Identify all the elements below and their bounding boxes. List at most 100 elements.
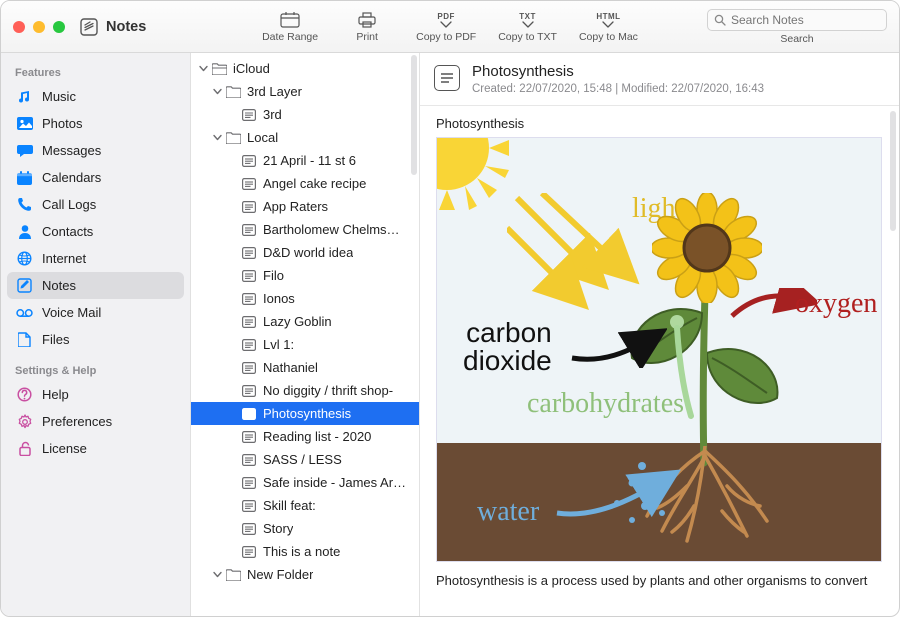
toolbar-copy-txt[interactable]: TXT Copy to TXT — [498, 11, 557, 43]
search-icon — [714, 14, 726, 26]
sidebar-item-label: Help — [42, 387, 69, 402]
tree-note-3rd[interactable]: 3rd — [191, 103, 419, 126]
unlock-icon — [16, 440, 33, 457]
close-window-button[interactable] — [13, 21, 25, 33]
tree-item-label: App Raters — [263, 199, 328, 214]
sidebar-item-notes[interactable]: Notes — [7, 272, 184, 299]
sidebar-item-call-logs[interactable]: Call Logs — [7, 191, 184, 218]
app-icon — [79, 17, 99, 37]
chevron-down-icon[interactable] — [211, 87, 224, 96]
scrollbar[interactable] — [411, 55, 417, 175]
tree-note-sass-less[interactable]: SASS / LESS — [191, 448, 419, 471]
notes-tree: iCloud 3rd Layer 3rd Local 21 April - 11 st … — [191, 53, 420, 616]
minimize-window-button[interactable] — [33, 21, 45, 33]
leaf-right-icon — [707, 343, 787, 413]
globe-icon — [16, 250, 33, 267]
tree-note-angel-cake-recipe[interactable]: Angel cake recipe — [191, 172, 419, 195]
note-body-text: Photosynthesis is a process used by plan… — [436, 572, 883, 590]
txt-export-icon: TXT — [519, 11, 536, 29]
co2-arrow-icon — [567, 328, 667, 368]
tree-note-skill-feat[interactable]: Skill feat: — [191, 494, 419, 517]
search-input[interactable] — [731, 13, 880, 27]
tree-note-bartholomew-chelms[interactable]: Bartholomew Chelms… — [191, 218, 419, 241]
chevron-down-icon[interactable] — [211, 133, 224, 142]
tree-note-no-diggity-thrift-shop[interactable]: No diggity / thrift shop- — [191, 379, 419, 402]
sidebar-item-files[interactable]: Files — [7, 326, 184, 353]
label-water: water — [477, 496, 539, 528]
sidebar-item-label: Photos — [42, 116, 82, 131]
sidebar-item-calendars[interactable]: Calendars — [7, 164, 184, 191]
tree-note-ionos[interactable]: Ionos — [191, 287, 419, 310]
sunflower-icon — [652, 193, 762, 303]
tree-item-label: Lazy Goblin — [263, 314, 332, 329]
sidebar-item-label: Calendars — [42, 170, 101, 185]
scrollbar[interactable] — [890, 111, 896, 231]
tree-item-label: Local — [247, 130, 278, 145]
sidebar-item-messages[interactable]: Messages — [7, 137, 184, 164]
sidebar: Features MusicPhotosMessagesCalendarsCal… — [1, 53, 191, 616]
sidebar-item-license[interactable]: License — [7, 435, 184, 462]
tree-note-safe-inside-james-ar[interactable]: Safe inside - James Ar… — [191, 471, 419, 494]
chat-icon — [16, 142, 33, 159]
tree-note-lvl-1[interactable]: Lvl 1: — [191, 333, 419, 356]
toolbar-print[interactable]: Print — [340, 11, 394, 43]
sidebar-item-photos[interactable]: Photos — [7, 110, 184, 137]
zoom-window-button[interactable] — [53, 21, 65, 33]
tree-item-label: Ionos — [263, 291, 295, 306]
note-file-icon — [240, 155, 258, 167]
note-file-icon — [240, 178, 258, 190]
tree-item-label: SASS / LESS — [263, 452, 342, 467]
chevron-down-icon[interactable] — [197, 64, 210, 73]
note-file-icon — [240, 339, 258, 351]
toolbar-date-range[interactable]: Date Range — [262, 11, 318, 43]
tree-note-nathaniel[interactable]: Nathaniel — [191, 356, 419, 379]
printer-icon — [357, 11, 377, 29]
search-box[interactable] — [707, 9, 887, 31]
sidebar-section-settings: Settings & Help — [7, 359, 184, 381]
tree-item-label: Filo — [263, 268, 284, 283]
note-content: Photosynthesis Created: 22/07/2020, 15:4… — [420, 53, 899, 616]
sidebar-item-music[interactable]: Music — [7, 83, 184, 110]
tree-note-this-is-a-note[interactable]: This is a note — [191, 540, 419, 563]
tree-note-story[interactable]: Story — [191, 517, 419, 540]
sidebar-item-internet[interactable]: Internet — [7, 245, 184, 272]
note-file-icon — [240, 224, 258, 236]
tree-folder-new-folder[interactable]: New Folder — [191, 563, 419, 586]
sidebar-item-help[interactable]: Help — [7, 381, 184, 408]
toolbar-copy-pdf[interactable]: PDF Copy to PDF — [416, 11, 476, 43]
calendar-range-icon — [280, 11, 300, 29]
sidebar-item-contacts[interactable]: Contacts — [7, 218, 184, 245]
chevron-down-icon[interactable] — [211, 570, 224, 579]
tree-note-reading-list-2020[interactable]: Reading list - 2020 — [191, 425, 419, 448]
tree-note-d-d-world-idea[interactable]: D&D world idea — [191, 241, 419, 264]
tree-folder-local[interactable]: Local — [191, 126, 419, 149]
sidebar-item-label: Messages — [42, 143, 101, 158]
help-icon — [16, 386, 33, 403]
tree-note-photosynthesis[interactable]: Photosynthesis — [191, 402, 419, 425]
tree-item-label: 21 April - 11 st 6 — [263, 153, 356, 168]
sidebar-item-label: Music — [42, 89, 76, 104]
tree-item-label: 3rd — [263, 107, 282, 122]
note-icon — [16, 277, 33, 294]
tree-note-app-raters[interactable]: App Raters — [191, 195, 419, 218]
tree-item-label: No diggity / thrift shop- — [263, 383, 393, 398]
tree-note-lazy-goblin[interactable]: Lazy Goblin — [191, 310, 419, 333]
note-title: Photosynthesis — [472, 63, 764, 80]
tree-note-21-april-11-st-6[interactable]: 21 April - 11 st 6 — [191, 149, 419, 172]
toolbar-copy-mac[interactable]: HTML Copy to Mac — [579, 11, 638, 43]
tree-folder-3rd-layer[interactable]: 3rd Layer — [191, 80, 419, 103]
folder-icon — [224, 132, 242, 144]
sidebar-item-voice-mail[interactable]: Voice Mail — [7, 299, 184, 326]
sidebar-item-preferences[interactable]: Preferences — [7, 408, 184, 435]
gear-icon — [16, 413, 33, 430]
sidebar-item-label: Preferences — [42, 414, 112, 429]
tree-folder-icloud[interactable]: iCloud — [191, 57, 419, 80]
app-title: Notes — [106, 19, 146, 35]
note-file-icon — [240, 247, 258, 259]
tree-note-filo[interactable]: Filo — [191, 264, 419, 287]
note-file-icon — [240, 454, 258, 466]
sidebar-item-label: Files — [42, 332, 69, 347]
tree-item-label: 3rd Layer — [247, 84, 302, 99]
note-file-icon — [240, 270, 258, 282]
label-carbs: carbohydrates — [527, 388, 684, 420]
